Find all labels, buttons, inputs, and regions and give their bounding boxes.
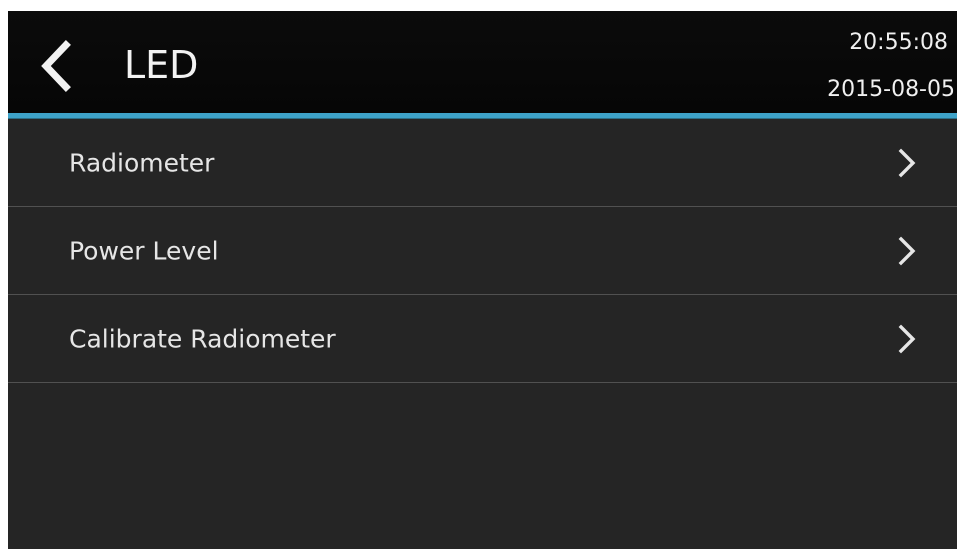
menu-list: Radiometer Power Level Calibrate Radiome…	[8, 119, 957, 383]
date-display: 2015-08-05	[827, 77, 955, 102]
chevron-left-icon	[41, 40, 71, 92]
header-bar: LED 20:55:08 2015-08-05	[8, 11, 957, 113]
menu-item-label: Calibrate Radiometer	[69, 324, 336, 354]
chevron-right-icon	[897, 324, 917, 354]
menu-item-label: Radiometer	[69, 148, 215, 178]
page-title: LED	[124, 43, 199, 87]
time-display: 20:55:08	[849, 30, 948, 55]
led-settings-screen: LED 20:55:08 2015-08-05 Radiometer Power…	[8, 11, 957, 549]
chevron-right-icon	[897, 236, 917, 266]
chevron-right-icon	[897, 148, 917, 178]
menu-item-calibrate-radiometer[interactable]: Calibrate Radiometer	[8, 295, 957, 383]
back-button[interactable]	[36, 39, 76, 93]
menu-item-radiometer[interactable]: Radiometer	[8, 119, 957, 207]
menu-item-label: Power Level	[69, 236, 219, 266]
divider	[8, 382, 957, 383]
menu-item-power-level[interactable]: Power Level	[8, 207, 957, 295]
clock: 20:55:08 2015-08-05	[757, 28, 957, 105]
